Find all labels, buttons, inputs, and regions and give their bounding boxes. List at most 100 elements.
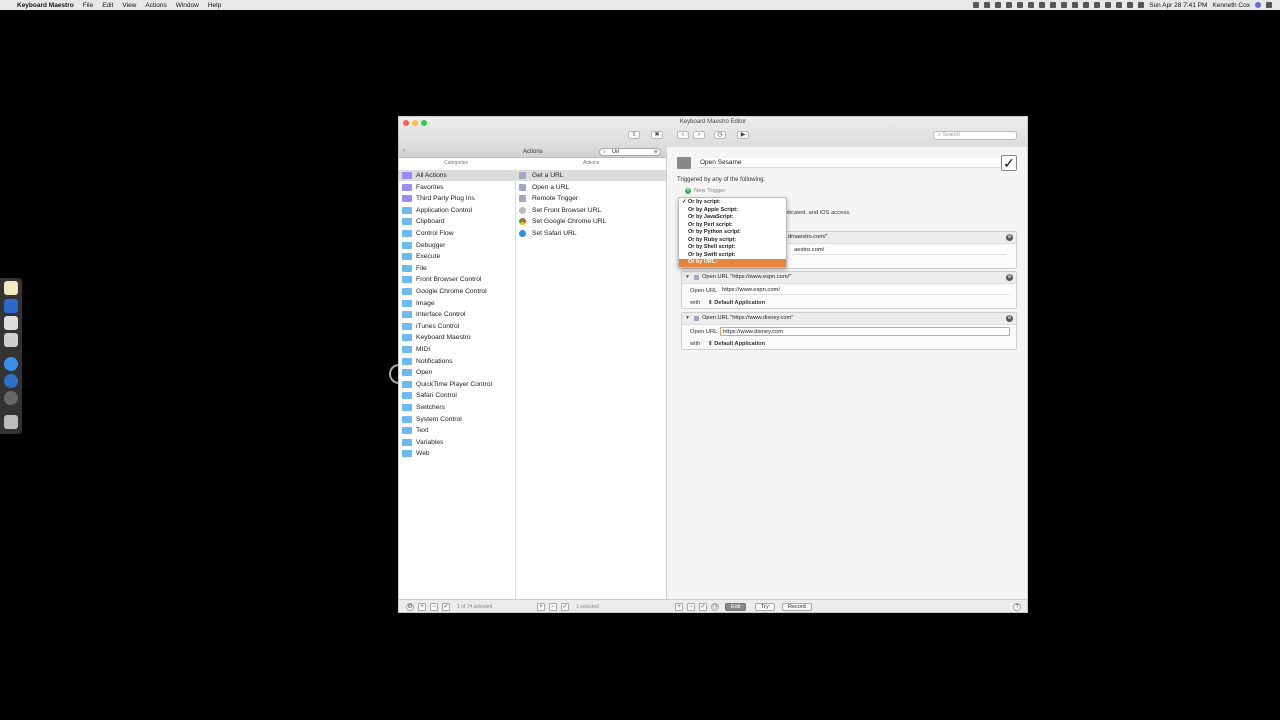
menu-actions[interactable]: Actions <box>145 2 166 9</box>
menu-item-shell-script[interactable]: Or by Shell script: <box>679 244 786 252</box>
category-item[interactable]: Front Browser Control <box>399 274 515 285</box>
record-button[interactable]: Record <box>782 603 812 611</box>
back-button[interactable]: ‹ <box>677 131 689 139</box>
menu-user[interactable]: Kenneth Cox <box>1212 2 1250 9</box>
remove-button[interactable]: − <box>430 603 438 611</box>
delete-button[interactable]: ✖ <box>651 131 663 139</box>
menu-clock[interactable]: Sun Apr 28 7:41 PM <box>1149 2 1207 9</box>
url-field[interactable]: https://www.disney.com <box>720 327 1010 336</box>
menu-item-or-by-url[interactable]: Or by URL: <box>679 259 786 267</box>
remove-button[interactable]: − <box>687 603 695 611</box>
disclosure-triangle-icon[interactable]: ▼ <box>685 272 690 283</box>
edit-button[interactable]: Edit <box>725 603 747 611</box>
action-gear-icon[interactable]: ⚙ <box>1006 274 1013 281</box>
category-item[interactable]: MIDI <box>399 344 515 355</box>
url-field[interactable]: https://www.espn.com/ <box>720 286 1010 295</box>
action-open-url[interactable]: ▼ Open URL "https://www.espn.com/" ⚙ Ope… <box>681 271 1017 309</box>
keyboard-maestro-icon[interactable] <box>4 391 18 405</box>
category-item[interactable]: Application Control <box>399 205 515 216</box>
macro-name-field[interactable]: Open Sesame <box>697 158 1000 168</box>
wifi-icon[interactable] <box>1116 2 1123 8</box>
action-item[interactable]: Get a URL <box>516 170 666 181</box>
add-button[interactable]: + <box>537 603 545 611</box>
action-gear-icon[interactable]: ⚙ <box>1006 234 1013 241</box>
tray-icon[interactable] <box>1105 2 1112 8</box>
notification-center-icon[interactable] <box>1266 2 1272 8</box>
help-button[interactable]: ? <box>1013 603 1021 611</box>
category-item[interactable]: iTunes Control <box>399 321 515 332</box>
tray-icon[interactable] <box>973 2 980 8</box>
application-popup[interactable]: ⇕ Default Application <box>708 341 765 347</box>
category-item[interactable]: Google Chrome Control <box>399 286 515 297</box>
volume-icon[interactable] <box>1127 2 1134 8</box>
menu-app-name[interactable]: Keyboard Maestro <box>17 2 74 9</box>
menu-window[interactable]: Window <box>176 2 199 9</box>
run-button[interactable]: ▶ <box>737 131 749 139</box>
action-item[interactable]: Set Safari URL <box>516 228 666 239</box>
category-item[interactable]: Debugger <box>399 240 515 251</box>
tray-icon[interactable] <box>1028 2 1035 8</box>
macro-icon[interactable] <box>677 157 691 169</box>
siri-icon[interactable] <box>1255 2 1261 8</box>
word-app-icon[interactable] <box>4 299 18 313</box>
menu-edit[interactable]: Edit <box>102 2 113 9</box>
menu-file[interactable]: File <box>83 2 93 9</box>
category-item[interactable]: Web <box>399 448 515 459</box>
category-item[interactable]: Notifications <box>399 356 515 367</box>
category-item[interactable]: System Control <box>399 414 515 425</box>
menu-item-javascript[interactable]: Or by JavaScript: <box>679 214 786 222</box>
try-button[interactable]: Try <box>755 603 775 611</box>
new-trigger-button[interactable]: + New Trigger <box>685 188 725 194</box>
tray-icon[interactable] <box>1083 2 1090 8</box>
browser-app-icon[interactable] <box>4 374 18 388</box>
tray-icon[interactable] <box>1094 2 1101 8</box>
menu-item-perl-script[interactable]: Or by Perl script: <box>679 222 786 230</box>
trash-icon[interactable] <box>4 415 18 429</box>
category-item[interactable]: Interface Control <box>399 309 515 320</box>
action-filter-input[interactable]: ⌕ Url ⊗ <box>599 148 661 156</box>
tray-icon[interactable] <box>1006 2 1013 8</box>
enable-button[interactable]: ✓ <box>699 603 707 611</box>
category-item[interactable]: Third Party Plug Ins <box>399 193 515 204</box>
share-button[interactable]: ⇪ <box>628 131 640 139</box>
category-item[interactable]: Image <box>399 298 515 309</box>
notes-app-icon[interactable] <box>4 281 18 295</box>
add-button[interactable]: + <box>418 603 426 611</box>
menu-help[interactable]: Help <box>208 2 221 9</box>
tray-icon[interactable] <box>1061 2 1068 8</box>
action-item[interactable]: Set Google Chrome URL <box>516 216 666 227</box>
search-input[interactable]: ⌕ Search <box>933 131 1017 140</box>
app-icon[interactable] <box>4 316 18 330</box>
category-item[interactable]: Keyboard Maestro <box>399 332 515 343</box>
tray-icon[interactable] <box>995 2 1002 8</box>
category-item[interactable]: Open <box>399 367 515 378</box>
category-item[interactable]: Execute <box>399 251 515 262</box>
action-header[interactable]: ▼ Open URL "https://www.disney.com" ⚙ <box>682 313 1016 325</box>
safari-app-icon[interactable] <box>4 357 18 371</box>
url-field[interactable]: aestro.com/ <box>792 246 1006 255</box>
menu-item-python-script[interactable]: Or by Python script: <box>679 229 786 237</box>
enable-button[interactable]: ✓ <box>561 603 569 611</box>
menu-item-ruby-script[interactable]: Or by Ruby script: <box>679 237 786 245</box>
menu-item-apple-script[interactable]: Or by Apple Script: <box>679 207 786 215</box>
battery-icon[interactable] <box>1138 2 1145 8</box>
category-item[interactable]: Variables <box>399 437 515 448</box>
menu-item-or-by-script[interactable]: ✓ Or by script: <box>679 199 786 207</box>
history-button[interactable]: ◷ <box>714 131 726 139</box>
collapse-pane-icon[interactable]: ‹ <box>403 148 405 154</box>
category-item[interactable]: Control Flow <box>399 228 515 239</box>
remove-button[interactable]: − <box>549 603 557 611</box>
action-item[interactable]: Open a URL <box>516 182 666 193</box>
enable-button[interactable]: ✓ <box>442 603 450 611</box>
action-open-url[interactable]: ▼ Open URL "https://www.disney.com" ⚙ Op… <box>681 312 1017 350</box>
application-popup[interactable]: ⇕ Default Application <box>708 300 765 306</box>
macro-enabled-checkbox[interactable]: ✓ <box>1001 155 1017 171</box>
action-gear-icon[interactable]: ⚙ <box>1006 315 1013 322</box>
tray-icon[interactable] <box>984 2 991 8</box>
category-item[interactable]: Switchers <box>399 402 515 413</box>
category-item[interactable]: File <box>399 263 515 274</box>
category-item[interactable]: QuickTime Player Control <box>399 379 515 390</box>
clock-icon[interactable]: ◷ <box>711 603 719 611</box>
forward-button[interactable]: › <box>693 131 705 139</box>
menu-view[interactable]: View <box>122 2 136 9</box>
